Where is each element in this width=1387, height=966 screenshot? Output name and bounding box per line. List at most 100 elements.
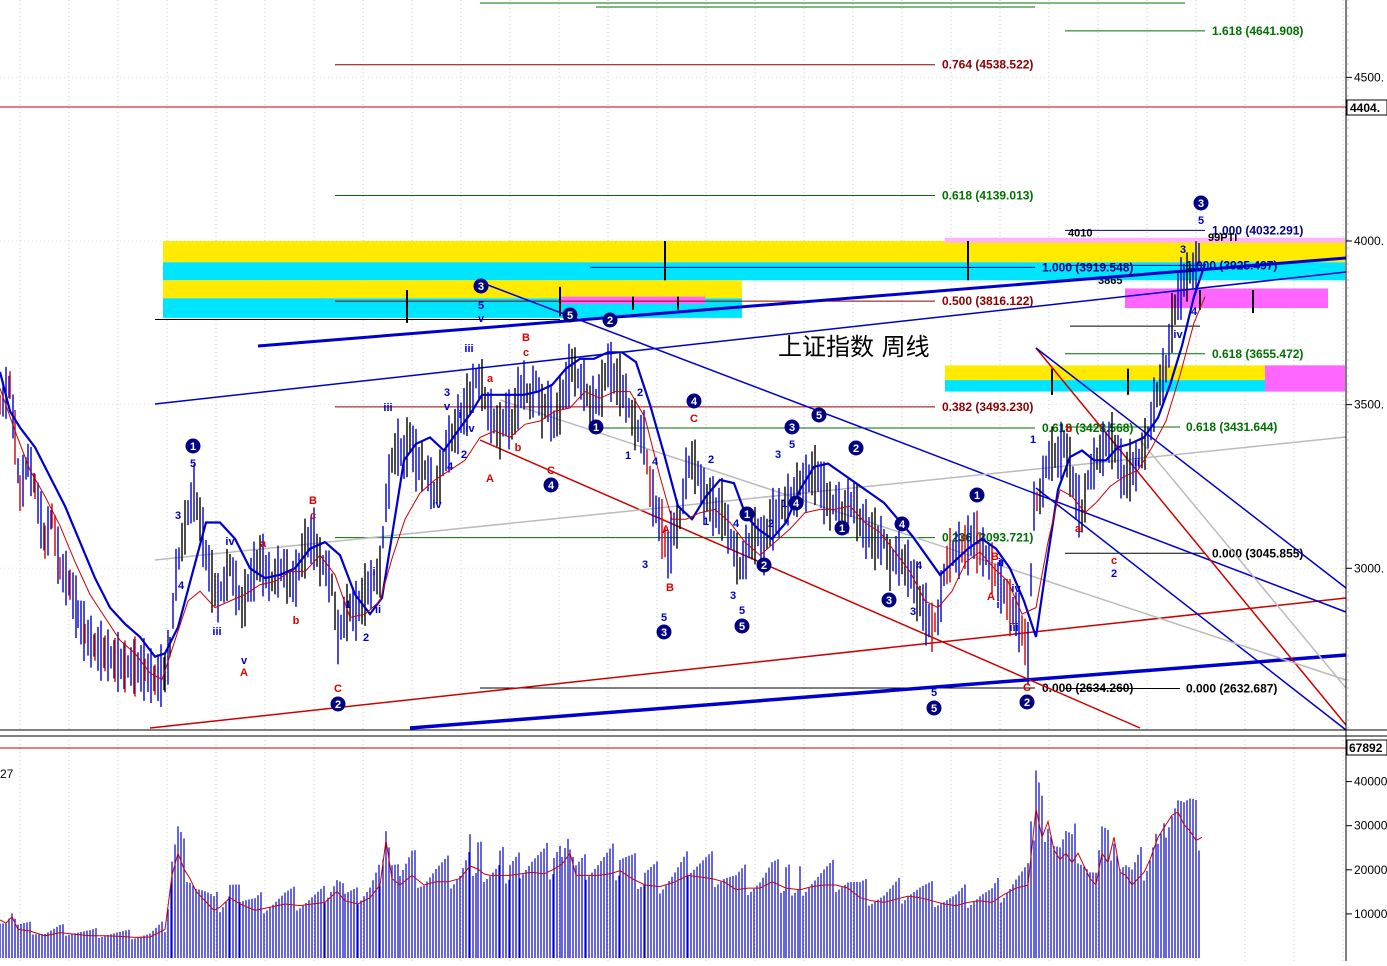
elliott-wave-chart[interactable]: 1.618 (4641.908) 0.764 (4538.522) 0.618 (4… xyxy=(0,0,1387,961)
wave-label: i xyxy=(458,409,461,421)
wave-label: 4 xyxy=(733,518,740,530)
wave-label: 2 xyxy=(637,387,643,399)
wave-label: b xyxy=(293,615,300,627)
wave-label: A xyxy=(240,667,248,679)
wave-label: 4 xyxy=(916,560,923,572)
fib-label: 0.618 (3431.644) xyxy=(1186,420,1277,434)
chart-canvas[interactable]: 1.618 (4641.908) 0.764 (4538.522) 0.618 (4… xyxy=(0,0,1387,961)
wave-label: 4 xyxy=(691,396,698,408)
wave-label: iii xyxy=(1009,622,1018,634)
fib-label: 0.000 (2632.687) xyxy=(1186,682,1277,696)
wave-label: 2 xyxy=(1024,697,1030,709)
wave-label: i xyxy=(996,599,999,611)
wave-label: B xyxy=(309,495,317,507)
wave-label: 3 xyxy=(444,387,450,399)
wave-label: 1 xyxy=(190,441,196,453)
wave-label: 5 xyxy=(739,605,745,617)
price-tick-label: 3500. xyxy=(1354,398,1384,412)
zone-band xyxy=(1265,365,1345,392)
wave-label: 3 xyxy=(1180,244,1186,256)
fib-label: 0.000 (2634.260) xyxy=(1042,681,1133,695)
wave-label: 4 xyxy=(1191,306,1198,318)
wave-label: iii xyxy=(383,402,392,414)
wave-label: 4 xyxy=(178,580,185,592)
wave-label: 1 xyxy=(593,422,599,434)
wave-label: c xyxy=(310,510,316,522)
wave-label: 3 xyxy=(661,627,667,639)
wave-label: 4 xyxy=(447,461,454,473)
wave-label: 4 xyxy=(793,498,800,510)
wave-label: 3 xyxy=(910,606,916,618)
fib-label: 0.618 (4139.013) xyxy=(942,189,1033,203)
wave-label: iii xyxy=(212,626,221,638)
wave-label: ii xyxy=(1134,457,1140,469)
fib-label: 1.000 (3919.548) xyxy=(1042,260,1133,274)
wave-label: A xyxy=(662,524,670,536)
fib-label: 0.618 (3655.472) xyxy=(1212,347,1303,361)
wave-label: C xyxy=(334,683,342,695)
wave-label: iv xyxy=(465,423,475,435)
wave-label: 1 xyxy=(839,523,845,535)
wave-label: c xyxy=(1111,555,1117,567)
wave-label: 4 xyxy=(899,519,906,531)
wave-label: v xyxy=(444,401,451,413)
wave-label: 3 xyxy=(478,281,484,293)
wave-label: 5 xyxy=(478,300,484,312)
wave-label: 3 xyxy=(175,510,181,522)
wave-label: a xyxy=(487,373,494,385)
zone-band xyxy=(945,237,1345,243)
price-mark: 4010 xyxy=(1068,228,1092,240)
wave-label: 5 xyxy=(816,410,822,422)
price-tick-label: 4500. xyxy=(1354,70,1384,84)
wave-label: 1 xyxy=(625,450,631,462)
fib-label: 0.764 (4538.522) xyxy=(942,58,1033,72)
chart-title: 上证指数 周线 xyxy=(778,333,930,361)
wave-label: ii xyxy=(375,604,381,616)
wave-label: a xyxy=(260,538,267,550)
wave-label: i xyxy=(372,566,375,578)
wave-label: 4 xyxy=(548,480,555,492)
fib-label: 0.618 (3428.568) xyxy=(1042,421,1133,435)
zone-band xyxy=(1125,288,1328,309)
wave-label: 5 xyxy=(1198,215,1204,227)
axis-panel xyxy=(1346,0,1387,961)
wave-label: 4 xyxy=(652,456,659,468)
wave-label: 2 xyxy=(1111,568,1117,580)
zone-band xyxy=(163,241,1345,263)
wave-label: 5 xyxy=(789,439,795,451)
wave-label: 2 xyxy=(607,315,613,327)
wave-label: v xyxy=(478,313,485,325)
fib-label: 0.382 (3493.230) xyxy=(942,400,1033,414)
wave-label: 1 xyxy=(1030,434,1036,446)
volume-left-label: 27 xyxy=(0,767,14,781)
wave-label: iv xyxy=(1173,329,1183,341)
wave-label: 3 xyxy=(642,559,648,571)
wave-label: B xyxy=(666,582,674,594)
wave-label: c xyxy=(523,347,529,359)
volume-tick-label: 40000 xyxy=(1354,775,1387,789)
volume-tick-label: 30000 xyxy=(1354,819,1387,833)
wave-label: 3 xyxy=(886,595,892,607)
wave-label: 2 xyxy=(761,560,767,572)
wave-label: 3 xyxy=(789,422,795,434)
wave-label: b xyxy=(515,442,522,454)
wave-label: iv xyxy=(432,499,442,511)
price-mark: 99PTI xyxy=(1208,232,1237,244)
wave-label: 1 xyxy=(781,498,787,510)
wave-label: 1 xyxy=(703,516,709,528)
price-tick-label: 3000. xyxy=(1354,561,1384,575)
fib-label: 1.618 (4641.908) xyxy=(1212,24,1303,38)
price-tick-label: 4000. xyxy=(1354,234,1384,248)
zone-band xyxy=(163,280,742,299)
wave-label: b xyxy=(1066,423,1073,435)
current-price-label: 4404. xyxy=(1350,101,1380,115)
chart-background xyxy=(0,0,1387,961)
wave-label: C xyxy=(1023,682,1031,694)
fib-label: 0.500 (3816.122) xyxy=(942,294,1033,308)
wave-label: 3 xyxy=(775,449,781,461)
wave-label: 2 xyxy=(768,518,774,530)
wave-label: 5 xyxy=(190,458,196,470)
wave-label: ii xyxy=(998,557,1004,569)
wave-label: 5 xyxy=(739,621,745,633)
wave-label: A xyxy=(486,473,494,485)
